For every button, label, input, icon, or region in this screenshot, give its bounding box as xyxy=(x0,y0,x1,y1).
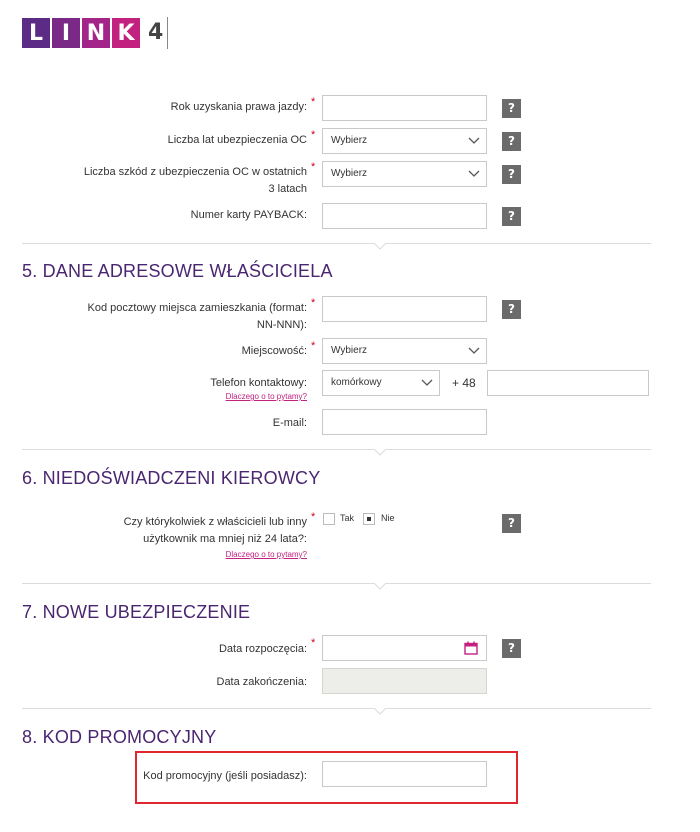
logo-letter: K xyxy=(112,18,140,48)
promo-code-label: Kod promocyjny (jeśli posiadasz): xyxy=(143,770,307,782)
section-divider xyxy=(22,243,651,244)
divider-notch-icon xyxy=(374,243,386,250)
section-title-promo: 8. KOD PROMOCYJNY xyxy=(22,727,217,747)
logo-letter: I xyxy=(52,18,80,48)
logo-number: 4 xyxy=(148,17,169,49)
end-date-label: Data zakończenia: xyxy=(216,676,308,688)
required-mark: * xyxy=(311,297,316,309)
required-mark: * xyxy=(311,129,316,141)
oc-years-select[interactable]: Wybierz xyxy=(322,128,487,154)
help-icon[interactable]: ? xyxy=(502,207,521,226)
city-label: Miejscowość: xyxy=(241,345,307,357)
chevron-down-icon xyxy=(468,347,480,354)
driving-license-year-input[interactable] xyxy=(322,95,487,121)
section-divider xyxy=(22,583,651,584)
calendar-icon[interactable] xyxy=(464,641,478,655)
divider-notch-icon xyxy=(374,449,386,456)
logo-letter: N xyxy=(82,18,110,48)
oc-claims-label: Liczba szkód z ubezpieczenia OC w ostatn… xyxy=(83,166,307,195)
section-title-address: 5. DANE ADRESOWE WŁAŚCICIELA xyxy=(22,261,333,281)
phone-input[interactable] xyxy=(487,370,649,396)
start-date-label: Data rozpoczęcia: xyxy=(218,643,307,655)
option-yes-label: Tak xyxy=(340,513,355,523)
email-input[interactable] xyxy=(322,409,487,435)
section-divider xyxy=(22,708,651,709)
help-icon[interactable]: ? xyxy=(502,514,521,533)
promo-code-input[interactable] xyxy=(322,761,487,787)
driving-license-year-label: Rok uzyskania prawa jazdy: xyxy=(170,101,307,113)
required-mark: * xyxy=(311,340,316,352)
payback-input[interactable] xyxy=(322,203,487,229)
postal-code-label: Kod pocztowy miejsca zamieszkania (forma… xyxy=(87,302,307,331)
why-ask-link[interactable]: Dlaczego o to pytamy? xyxy=(17,550,307,559)
help-icon[interactable]: ? xyxy=(502,132,521,151)
option-no-checkbox[interactable] xyxy=(363,513,375,525)
link4-logo: L I N K 4 xyxy=(22,17,169,49)
phone-label: Telefon kontaktowy: xyxy=(210,377,307,389)
section-title-new-insurance: 7. NOWE UBEZPIECZENIE xyxy=(22,602,251,622)
chevron-down-icon xyxy=(468,170,480,177)
required-mark: * xyxy=(311,96,316,108)
young-driver-question: Czy którykolwiek z właścicieli lub inny … xyxy=(123,516,307,545)
help-icon[interactable]: ? xyxy=(502,99,521,118)
help-icon[interactable]: ? xyxy=(502,639,521,658)
phone-type-select[interactable]: komórkowy xyxy=(322,370,440,396)
city-select[interactable]: Wybierz xyxy=(322,338,487,364)
divider-notch-icon xyxy=(374,708,386,715)
required-mark: * xyxy=(311,161,316,173)
help-icon[interactable]: ? xyxy=(502,300,521,319)
why-ask-link[interactable]: Dlaczego o to pytamy? xyxy=(17,392,307,401)
payback-label: Numer karty PAYBACK: xyxy=(190,209,307,221)
required-mark: * xyxy=(311,511,316,523)
end-date-input xyxy=(322,668,487,694)
option-yes-checkbox[interactable] xyxy=(323,513,335,525)
section-title-inexperienced: 6. NIEDOŚWIADCZENI KIEROWCY xyxy=(22,468,321,488)
chevron-down-icon xyxy=(421,379,433,386)
required-mark: * xyxy=(311,637,316,649)
option-no-label: Nie xyxy=(381,513,395,523)
phone-prefix: + 48 xyxy=(452,376,476,390)
logo-letter: L xyxy=(22,18,50,48)
email-label: E-mail: xyxy=(272,417,307,429)
divider-notch-icon xyxy=(374,583,386,590)
help-icon[interactable]: ? xyxy=(502,165,521,184)
section-divider xyxy=(22,449,651,450)
oc-claims-select[interactable]: Wybierz xyxy=(322,161,487,187)
chevron-down-icon xyxy=(468,137,480,144)
start-date-input[interactable] xyxy=(322,635,487,661)
postal-code-input[interactable] xyxy=(322,296,487,322)
oc-years-label: Liczba lat ubezpieczenia OC xyxy=(167,134,307,146)
